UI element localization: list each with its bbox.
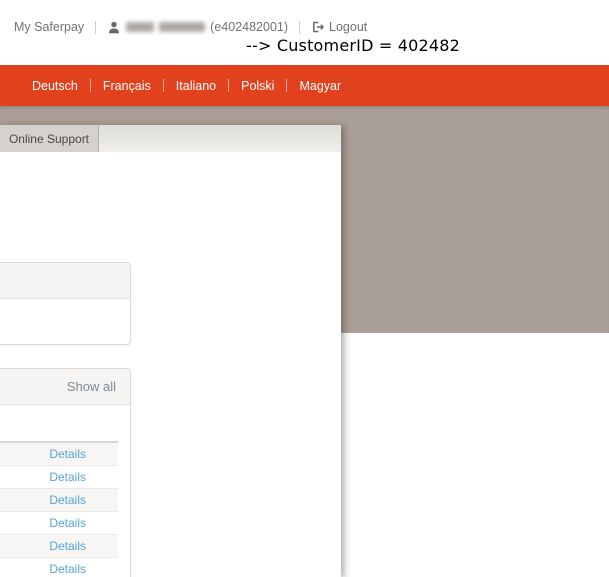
header-separator	[299, 21, 300, 34]
table-header-row	[0, 405, 118, 443]
page: My Saferpay (e402482001)	[0, 0, 609, 577]
panel-body: Show all Details Details Details Details	[0, 152, 341, 577]
details-link[interactable]: Details	[49, 466, 86, 488]
details-link[interactable]: Details	[49, 443, 86, 465]
lang-magyar[interactable]: Magyar	[299, 79, 341, 93]
language-separator	[163, 79, 164, 92]
show-all-link[interactable]: Show all	[67, 379, 116, 394]
tab-strip: Online Support	[0, 125, 341, 152]
list-card-header: Show all	[0, 369, 130, 405]
logout-label: Logout	[329, 20, 367, 34]
logout-button[interactable]: Logout	[311, 20, 367, 34]
details-link[interactable]: Details	[49, 558, 86, 577]
user-icon	[107, 20, 121, 35]
lang-polski[interactable]: Polski	[241, 79, 274, 93]
top-header: My Saferpay (e402482001)	[0, 0, 609, 65]
language-bar: Deutsch Français Italiano Polski Magyar	[0, 65, 609, 106]
summary-card	[0, 262, 131, 345]
language-separator	[228, 79, 229, 92]
details-link[interactable]: Details	[49, 535, 86, 557]
customer-id-annotation: --> CustomerID = 402482	[246, 36, 460, 55]
details-table: Details Details Details Details Details	[0, 405, 118, 577]
summary-card-header	[0, 263, 130, 299]
list-card: Show all Details Details Details Details	[0, 368, 131, 577]
lang-francais[interactable]: Français	[103, 79, 151, 93]
table-row: Details	[0, 512, 118, 535]
details-link[interactable]: Details	[49, 512, 86, 534]
table-row: Details	[0, 466, 118, 489]
user-block: (e402482001)	[107, 20, 288, 35]
table-row: Details	[0, 443, 118, 466]
lang-italiano[interactable]: Italiano	[176, 79, 216, 93]
header-row: My Saferpay (e402482001)	[14, 17, 367, 37]
details-link[interactable]: Details	[49, 489, 86, 511]
table-row: Details	[0, 535, 118, 558]
language-separator	[286, 79, 287, 92]
language-separator	[90, 79, 91, 92]
summary-card-body	[0, 299, 130, 344]
user-account-id: (e402482001)	[210, 20, 288, 34]
table-row: Details	[0, 558, 118, 577]
table-row: Details	[0, 489, 118, 512]
lang-deutsch[interactable]: Deutsch	[32, 79, 78, 93]
main-panel: Online Support Show all Details	[0, 125, 341, 577]
header-separator	[95, 21, 96, 34]
user-name-redacted	[126, 22, 205, 32]
my-saferpay-link[interactable]: My Saferpay	[14, 20, 84, 34]
tab-online-support[interactable]: Online Support	[0, 125, 99, 152]
logout-icon	[311, 20, 325, 34]
